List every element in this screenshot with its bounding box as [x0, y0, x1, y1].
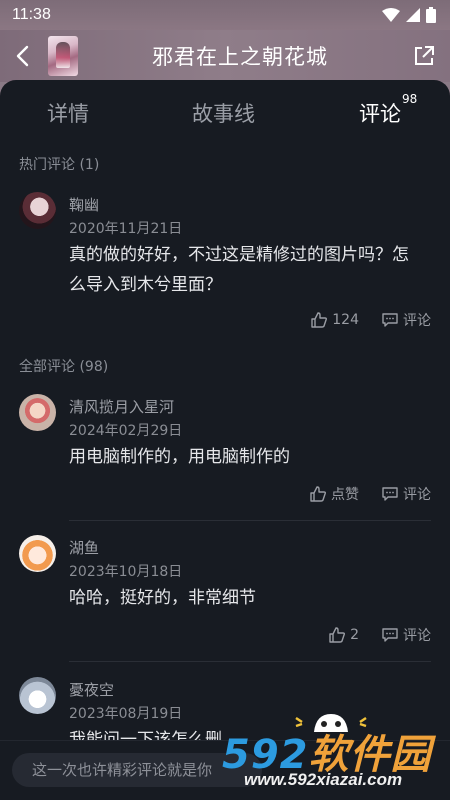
comment-date: 2020年11月21日: [69, 221, 183, 237]
like-count: 124: [332, 312, 359, 328]
comment-author[interactable]: 鞠幽: [69, 194, 99, 215]
like-button[interactable]: 2: [328, 626, 359, 644]
comment-actions: 点赞 评论: [309, 484, 431, 504]
reply-label: 评论: [403, 487, 431, 503]
comment-text: 哈哈，挺好的，非常细节: [69, 588, 256, 608]
tab-storyline[interactable]: 故事线: [192, 98, 255, 128]
chevron-left-icon: [16, 45, 29, 67]
comment-author[interactable]: 憂夜空: [69, 679, 114, 700]
comment-actions: 2 评论: [328, 625, 431, 645]
reply-label: 评论: [403, 313, 431, 329]
avatar[interactable]: [19, 192, 56, 229]
comment-text: 真的做的好好，不过这是精修过的图片吗？怎么导入到木兮里面？: [69, 245, 409, 295]
reply-button[interactable]: 评论: [381, 484, 431, 504]
tab-comments[interactable]: 评论98: [359, 92, 417, 128]
hot-comments-heading: 热门评论 (1): [19, 157, 100, 173]
status-icons: [382, 7, 436, 23]
status-time: 11:38: [12, 6, 51, 23]
external-link-icon: [415, 46, 434, 65]
hot-comment-item: 鞠幽 2020年11月21日 真的做的好好，不过这是精修过的图片吗？怎么导入到木…: [0, 190, 450, 330]
tab-bar: 详情 故事线 评论98: [0, 80, 450, 144]
reply-label: 评论: [403, 628, 431, 644]
reply-button[interactable]: 评论: [381, 310, 431, 330]
comment-date: 2024年02月29日: [69, 423, 183, 439]
comment-text: 用电脑制作的，用电脑制作的: [69, 447, 290, 467]
like-button[interactable]: 124: [310, 311, 359, 329]
comment-bubble-icon: [382, 313, 398, 327]
comment-divider: [69, 520, 431, 521]
reply-button[interactable]: 评论: [381, 625, 431, 645]
status-bar: 11:38: [0, 0, 450, 30]
avatar[interactable]: [19, 394, 56, 431]
comment-author[interactable]: 湖鱼: [69, 537, 99, 558]
thumbs-up-icon: [310, 486, 327, 502]
watermark-url: www.592xiazai.com: [244, 770, 403, 789]
tab-storyline-label: 故事线: [192, 102, 255, 126]
comment-bubble-icon: [382, 628, 398, 642]
wifi-icon: [382, 8, 400, 22]
thumbs-up-icon: [329, 627, 346, 643]
comment-item: 湖鱼 2023年10月18日 哈哈，挺好的，非常细节 2 评论: [0, 533, 450, 663]
back-button[interactable]: [0, 30, 44, 82]
all-comments-heading: 全部评论 (98): [19, 359, 109, 375]
comments-sheet: 详情 故事线 评论98 热门评论 (1) 鞠幽 2020年11月21日 真的做的…: [0, 80, 450, 800]
page-title: 邪君在上之朝花城: [152, 45, 328, 69]
like-count: 2: [350, 627, 359, 643]
watermark: 592软件园 www.592xiazai.com: [206, 714, 446, 798]
book-cover-thumbnail[interactable]: [48, 36, 78, 76]
comment-date: 2023年08月19日: [69, 706, 183, 722]
tab-comments-label: 评论: [359, 102, 401, 126]
tab-comments-count: 98: [402, 92, 418, 106]
app-header: 邪君在上之朝花城: [0, 30, 450, 82]
like-button[interactable]: 点赞: [309, 484, 359, 504]
thumbs-up-icon: [311, 312, 328, 328]
signal-icon: [406, 8, 420, 22]
like-count: 点赞: [331, 487, 359, 503]
tab-details[interactable]: 详情: [47, 98, 89, 128]
battery-icon: [426, 7, 436, 23]
comment-bubble-icon: [382, 487, 398, 501]
tab-details-label: 详情: [47, 102, 89, 126]
comment-author[interactable]: 清风揽月入星河: [69, 396, 174, 417]
comment-date: 2023年10月18日: [69, 564, 183, 580]
comment-divider: [69, 661, 431, 662]
avatar[interactable]: [19, 677, 56, 714]
comment-actions: 124 评论: [310, 310, 431, 330]
share-button[interactable]: [412, 44, 436, 68]
avatar[interactable]: [19, 535, 56, 572]
comment-item: 清风揽月入星河 2024年02月29日 用电脑制作的，用电脑制作的 点赞 评论: [0, 392, 450, 522]
